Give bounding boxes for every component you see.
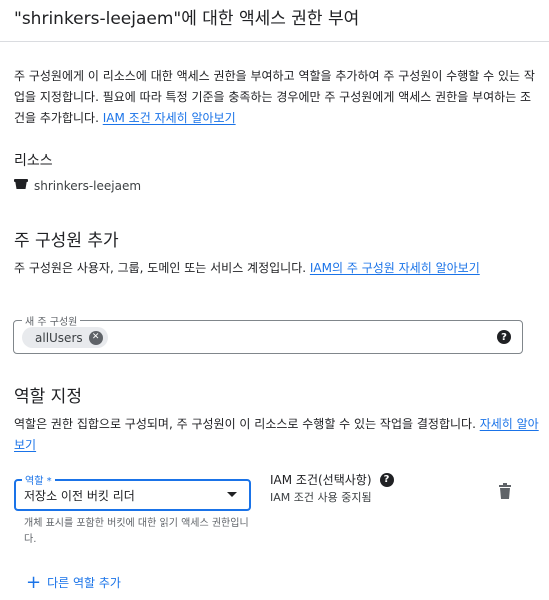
resource-label: 리소스 — [14, 153, 53, 169]
principals-description-text: 주 구성원은 사용자, 그룹, 도메인 또는 서비스 계정입니다. — [14, 261, 310, 275]
plus-icon: + — [26, 571, 42, 593]
add-principals-heading: 주 구성원 추가 — [14, 231, 119, 251]
divider — [0, 41, 549, 42]
intro-text: 주 구성원에게 이 리소스에 대한 액세스 권한을 부여하고 역할을 추가하여 … — [14, 66, 539, 129]
add-another-role-label: 다른 역할 추가 — [47, 576, 121, 590]
bucket-icon — [14, 178, 28, 193]
principals-learn-more-link[interactable]: IAM의 주 구성원 자세히 알아보기 — [310, 261, 480, 275]
role-select-label: 역할 * — [22, 472, 55, 487]
new-principals-label: 새 주 구성원 — [22, 313, 81, 328]
dialog-title: "shrinkers-leejaem"에 대한 액세스 권한 부여 — [14, 9, 360, 29]
intro-text-body: 주 구성원에게 이 리소스에 대한 액세스 권한을 부여하고 역할을 추가하여 … — [14, 69, 535, 125]
delete-role-icon[interactable] — [498, 483, 512, 503]
roles-description: 역할은 권한 집합으로 구성되며, 주 구성원이 이 리소스로 수행할 수 있는… — [14, 414, 544, 456]
role-select[interactable]: 역할 * 저장소 이전 버킷 리더 — [14, 472, 251, 511]
roles-description-text: 역할은 권한 집합으로 구성되며, 주 구성원이 이 리소스로 수행할 수 있는… — [14, 417, 480, 431]
help-icon[interactable]: ? — [497, 330, 511, 344]
role-select-value: 저장소 이전 버킷 리더 — [24, 489, 135, 503]
role-hint: 개체 표시를 포함한 버킷에 대한 읽기 액세스 권한입니다. — [24, 518, 249, 545]
help-icon[interactable]: ? — [379, 472, 394, 487]
assign-roles-heading: 역할 지정 — [14, 387, 82, 407]
new-principals-field[interactable]: 새 주 구성원 allUsers ✕ ? — [13, 313, 523, 354]
add-another-role-button[interactable]: + 다른 역할 추가 — [26, 571, 121, 593]
principal-chip-label: allUsers — [35, 330, 83, 345]
close-icon[interactable]: ✕ — [88, 330, 103, 345]
iam-conditions-learn-more-link[interactable]: IAM 조건 자세히 알아보기 — [103, 111, 236, 125]
principal-chip[interactable]: allUsers ✕ — [22, 327, 108, 348]
iam-condition-status: IAM 조건 사용 중지됨 — [270, 491, 372, 504]
principals-description: 주 구성원은 사용자, 그룹, 도메인 또는 서비스 계정입니다. IAM의 주… — [14, 258, 534, 279]
iam-condition-title: IAM 조건(선택사항) — [270, 473, 372, 487]
dropdown-arrow-icon — [227, 492, 237, 497]
iam-condition: IAM 조건(선택사항) ? — [270, 471, 394, 488]
resource-name: shrinkers-leejaem — [34, 178, 142, 193]
resource-item: shrinkers-leejaem — [14, 178, 141, 193]
